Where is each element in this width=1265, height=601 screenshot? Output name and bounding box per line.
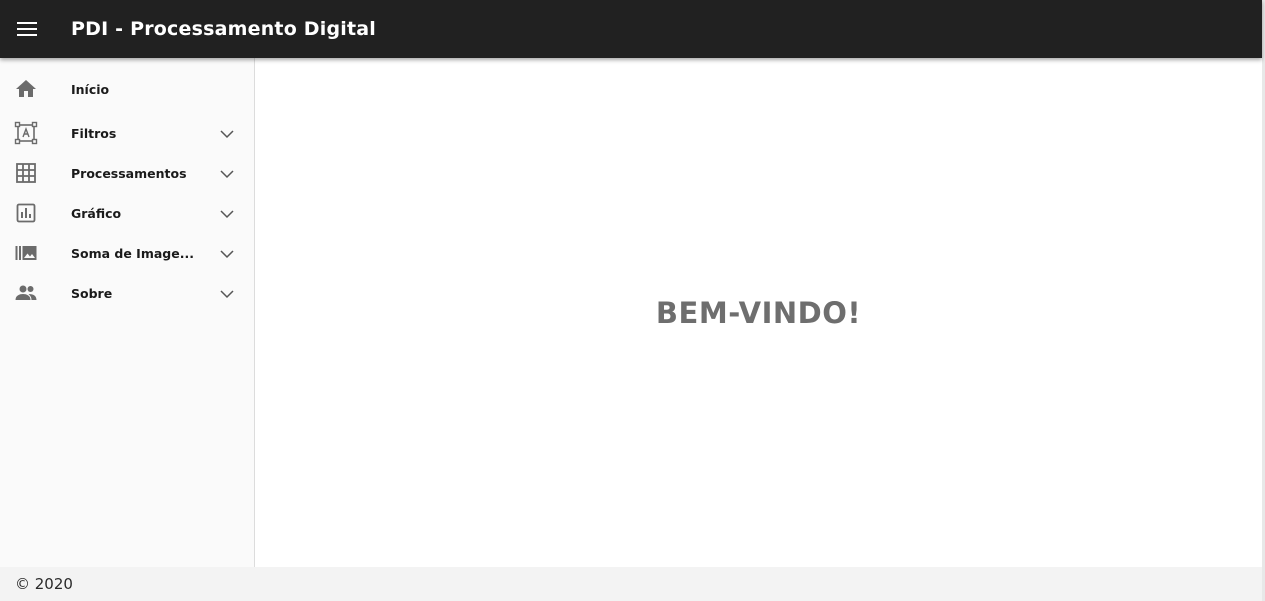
menu-icon — [17, 22, 37, 36]
sidebar-item-label: Sobre — [71, 285, 113, 301]
image-library-icon — [15, 246, 37, 260]
menu-button[interactable] — [0, 0, 54, 58]
sidebar-item-label: Soma de Image... — [71, 245, 194, 261]
footer: © 2020 — [0, 567, 1262, 601]
sidebar-item-inicio[interactable]: Início — [0, 69, 254, 109]
welcome-heading: BEM-VINDO! — [655, 296, 862, 330]
sidebar-item-grafico[interactable]: Gráfico — [0, 193, 254, 233]
copyright-text: © 2020 — [15, 575, 73, 593]
chevron-down-icon[interactable] — [218, 245, 236, 263]
chevron-down-icon[interactable] — [218, 165, 236, 183]
sidebar-item-label: Filtros — [71, 125, 117, 141]
sidebar-item-processamentos[interactable]: Processamentos — [0, 153, 254, 193]
people-icon — [15, 285, 37, 300]
chevron-down-icon[interactable] — [218, 125, 236, 143]
chevron-down-icon[interactable] — [218, 205, 236, 223]
main-content: BEM-VINDO! — [255, 58, 1262, 567]
sidebar-nav: Início Filtros Processamentos Gráfico So… — [0, 58, 255, 567]
chevron-down-icon[interactable] — [218, 285, 236, 303]
text-frame-icon — [14, 121, 38, 145]
app-title: PDI - Processamento Digital — [71, 18, 376, 40]
sidebar-item-label: Início — [71, 81, 110, 97]
home-icon — [16, 80, 36, 97]
app-header: PDI - Processamento Digital — [0, 0, 1262, 58]
sidebar-item-filtros[interactable]: Filtros — [0, 113, 254, 153]
sidebar-item-label: Gráfico — [71, 205, 122, 221]
bar-chart-icon — [16, 203, 36, 223]
sidebar-item-sobre[interactable]: Sobre — [0, 273, 254, 313]
grid-icon — [16, 163, 36, 183]
sidebar-item-soma-de-imagens[interactable]: Soma de Image... — [0, 233, 254, 273]
sidebar-item-label: Processamentos — [71, 165, 187, 181]
